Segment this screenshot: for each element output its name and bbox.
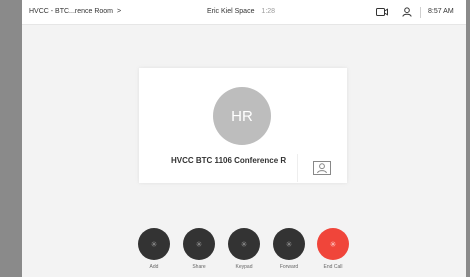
participant-card: HR HVCC BTC 1106 Conference R: [139, 68, 347, 183]
share-control[interactable]: ✳ Share: [179, 228, 219, 276]
asterisk-icon[interactable]: ✳: [317, 228, 349, 260]
keypad-control[interactable]: ✳ Keypad: [224, 228, 264, 276]
call-title-label: Eric Kiel Space: [207, 8, 255, 15]
share-label: Share: [192, 264, 206, 270]
add-control[interactable]: ✳ Add: [134, 228, 174, 276]
avatar: HR: [213, 87, 271, 145]
left-window-edge: [0, 0, 22, 277]
selfview-icon: [312, 161, 331, 175]
user-icon[interactable]: [402, 7, 412, 17]
call-title: Eric Kiel Space 1:28: [207, 8, 275, 15]
asterisk-icon[interactable]: ✳: [273, 228, 305, 260]
call-header: HVCC - BTC...rence Room > Eric Kiel Spac…: [22, 0, 466, 25]
clock: 8:57 AM: [428, 8, 454, 15]
video-camera-icon[interactable]: [376, 7, 388, 17]
asterisk-icon[interactable]: ✳: [183, 228, 215, 260]
breadcrumb-label: HVCC - BTC...rence Room: [29, 8, 114, 15]
call-window: HVCC - BTC...rence Room > Eric Kiel Spac…: [22, 0, 466, 277]
end-call-control[interactable]: ✳ End Call: [313, 228, 353, 276]
forward-control[interactable]: ✳ Forward: [269, 228, 309, 276]
header-divider: [420, 7, 421, 18]
add-label: Add: [149, 264, 159, 270]
selfview-button[interactable]: [297, 154, 345, 182]
call-controls: ✳ Add ✳ Share ✳ Keypad ✳ Forward ✳ End C…: [22, 228, 466, 276]
keypad-label: Keypad: [235, 264, 253, 270]
right-window-edge: [466, 0, 470, 277]
forward-label: Forward: [279, 264, 299, 270]
breadcrumb[interactable]: HVCC - BTC...rence Room >: [29, 8, 121, 15]
call-timer: 1:28: [261, 8, 276, 15]
end-call-label: End Call: [323, 264, 343, 270]
asterisk-icon[interactable]: ✳: [228, 228, 260, 260]
asterisk-icon[interactable]: ✳: [138, 228, 170, 260]
chevron-right-icon: >: [116, 8, 122, 15]
